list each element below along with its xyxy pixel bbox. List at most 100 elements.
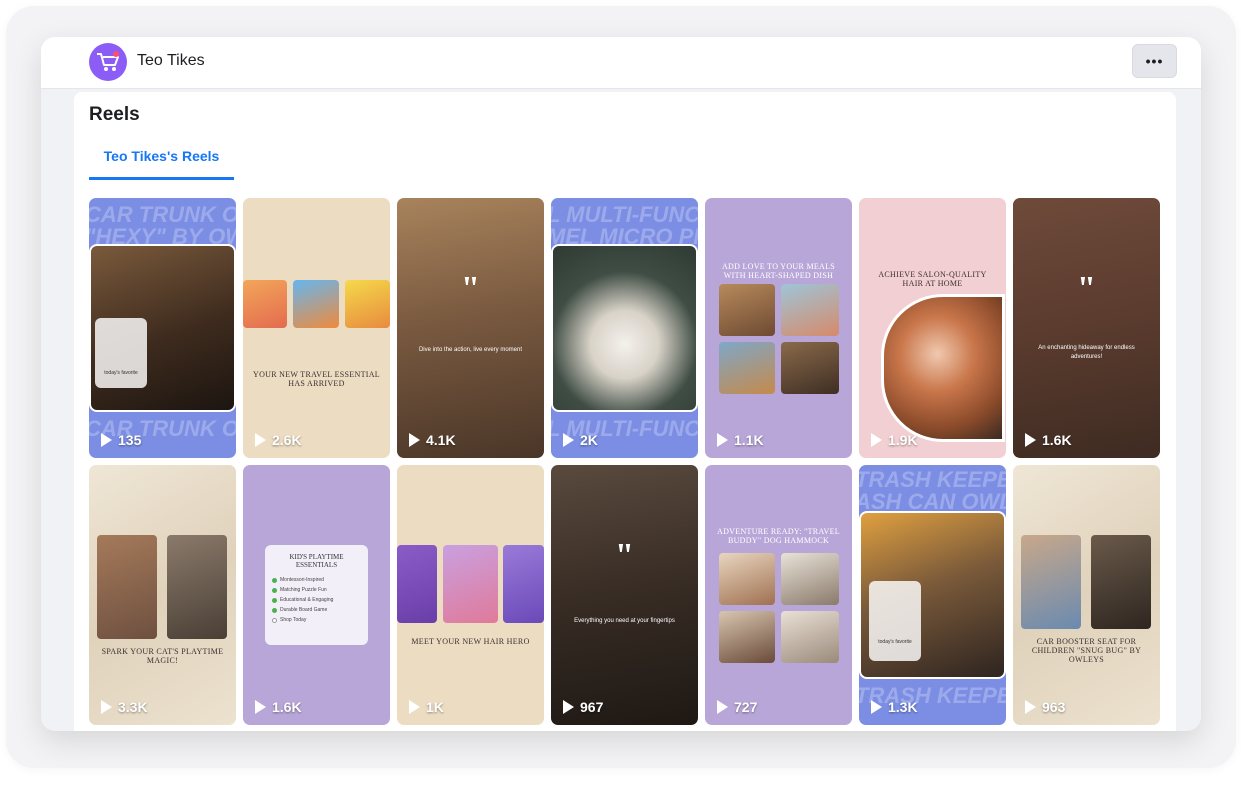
play-icon [1025,700,1036,714]
check-icon [272,577,277,583]
reels-grid: CAR TRUNK ORG "HEXY" BY OW today's favor… [89,198,1160,725]
reel-tile[interactable]: L MULTI-FUNC MEL MICRO PR L MULTI-FUNC 2… [551,198,698,458]
view-count: 135 [101,432,141,448]
product-photo [1091,535,1151,629]
view-count: 1.6K [255,699,302,715]
background-word-art: CAR TRUNK ORG [89,204,236,226]
product-photo [781,284,839,336]
play-icon [101,700,112,714]
background-word-art: ASH CAN OWL [859,491,1006,513]
view-count-text: 3.3K [118,699,148,715]
play-icon [255,700,266,714]
view-count: 1.3K [871,699,918,715]
product-photo [781,342,839,394]
reel-caption: ADVENTURE READY: "TRAVEL BUDDY" DOG HAMM… [717,527,840,545]
view-count: 3.3K [101,699,148,715]
product-photo [443,545,498,623]
check-icon [272,587,277,593]
reels-page-window: Teo Tikes ••• Reels Teo Tikes's Reels CA… [41,37,1201,731]
list-item: Shop Today [272,617,361,623]
view-count-text: 4.1K [426,432,456,448]
quote-icon: " [1077,270,1096,307]
quote-icon: " [461,270,480,307]
reel-caption: YOUR NEW TRAVEL ESSENTIAL HAS ARRIVED [253,370,380,388]
product-photo [551,244,698,412]
list-item-text: Montessori-Inspired [280,577,324,583]
reel-tile[interactable]: SPARK YOUR CAT'S PLAYTIME MAGIC! 3.3K [89,465,236,725]
check-icon [272,607,277,613]
play-icon [1025,433,1036,447]
list-item: Educational & Engaging [272,597,361,603]
play-icon [409,700,420,714]
view-count-text: 1.3K [888,699,918,715]
play-icon [717,700,728,714]
product-photo [1021,535,1081,629]
more-options-button[interactable]: ••• [1132,44,1177,78]
reels-panel: Reels Teo Tikes's Reels CAR TRUNK ORG "H… [74,92,1176,731]
reel-caption: CAR BOOSTER SEAT FOR CHILDREN "SNUG BUG"… [1031,637,1142,664]
view-count: 1.1K [717,432,764,448]
tab-page-reels[interactable]: Teo Tikes's Reels [89,144,234,180]
product-photo [97,535,157,639]
reel-tile[interactable]: ADD LOVE TO YOUR MEALS WITH HEART-SHAPED… [705,198,852,458]
shopping-cart-icon [97,51,119,71]
check-icon [272,617,277,623]
view-count-text: 1.1K [734,432,764,448]
view-count: 2.6K [255,432,302,448]
reel-tile[interactable]: " Dive into the action, live every momen… [397,198,544,458]
product-photo [781,611,839,663]
reel-caption: ACHIEVE SALON-QUALITY HAIR AT HOME [878,270,987,288]
view-count-text: 2.6K [272,432,302,448]
product-card: today's favorite [869,581,921,661]
product-photo [719,284,775,336]
list-item-text: Matching Puzzle Fun [280,587,327,593]
list-item: Montessori-Inspired [272,577,361,583]
reel-tile[interactable]: KID'S PLAYTIME ESSENTIALS Montessori-Ins… [243,465,390,725]
play-icon [409,433,420,447]
list-item-text: Shop Today [280,617,307,623]
view-count-text: 1.6K [1042,432,1072,448]
reel-tile[interactable]: ADVENTURE READY: "TRAVEL BUDDY" DOG HAMM… [705,465,852,725]
view-count-text: 1.6K [272,699,302,715]
play-icon [255,433,266,447]
product-photo [719,611,775,663]
play-icon [717,433,728,447]
product-photo [503,545,544,623]
view-count-text: 2K [580,432,598,448]
list-item: Durable Board Game [272,607,361,613]
view-count-text: 727 [734,699,758,715]
list-item-text: Educational & Engaging [280,597,334,603]
reel-caption: ADD LOVE TO YOUR MEALS WITH HEART-SHAPED… [721,262,836,280]
product-card: today's favorite [95,318,147,388]
page-avatar[interactable] [89,43,127,81]
product-photo [719,342,775,394]
reel-tile[interactable]: TRASH KEEPER ASH CAN OWL today's favorit… [859,465,1006,725]
reel-caption: MEET YOUR NEW HAIR HERO [411,637,530,646]
view-count: 963 [1025,699,1065,715]
view-count: 967 [563,699,603,715]
product-photo [781,553,839,605]
reel-tile[interactable]: YOUR NEW TRAVEL ESSENTIAL HAS ARRIVED 2.… [243,198,390,458]
product-photo [397,545,437,623]
view-count-text: 1K [426,699,444,715]
reel-text: An enchanting hideaway for endless adven… [1038,345,1135,360]
reel-tile[interactable]: CAR BOOSTER SEAT FOR CHILDREN "SNUG BUG"… [1013,465,1160,725]
view-count: 1K [409,699,444,715]
reel-tile[interactable]: ACHIEVE SALON-QUALITY HAIR AT HOME 1.9K [859,198,1006,458]
page-name[interactable]: Teo Tikes [137,52,205,70]
reel-tile[interactable]: CAR TRUNK ORG "HEXY" BY OW today's favor… [89,198,236,458]
product-photo [719,553,775,605]
reel-text: Dive into the action, live every moment [418,347,523,353]
reel-tile[interactable]: MEET YOUR NEW HAIR HERO 1K [397,465,544,725]
play-icon [101,433,112,447]
view-count-text: 1.9K [888,432,918,448]
product-photo [243,280,287,328]
card-title: KID'S PLAYTIME ESSENTIALS [289,553,344,569]
reel-text: Everything you need at your fingertips [574,618,675,624]
reel-tile[interactable]: " Everything you need at your fingertips… [551,465,698,725]
view-count: 2K [563,432,598,448]
reel-tile[interactable]: " An enchanting hideaway for endless adv… [1013,198,1160,458]
list-item: Matching Puzzle Fun [272,587,361,593]
product-photo [167,535,227,639]
product-photo [881,294,1005,442]
